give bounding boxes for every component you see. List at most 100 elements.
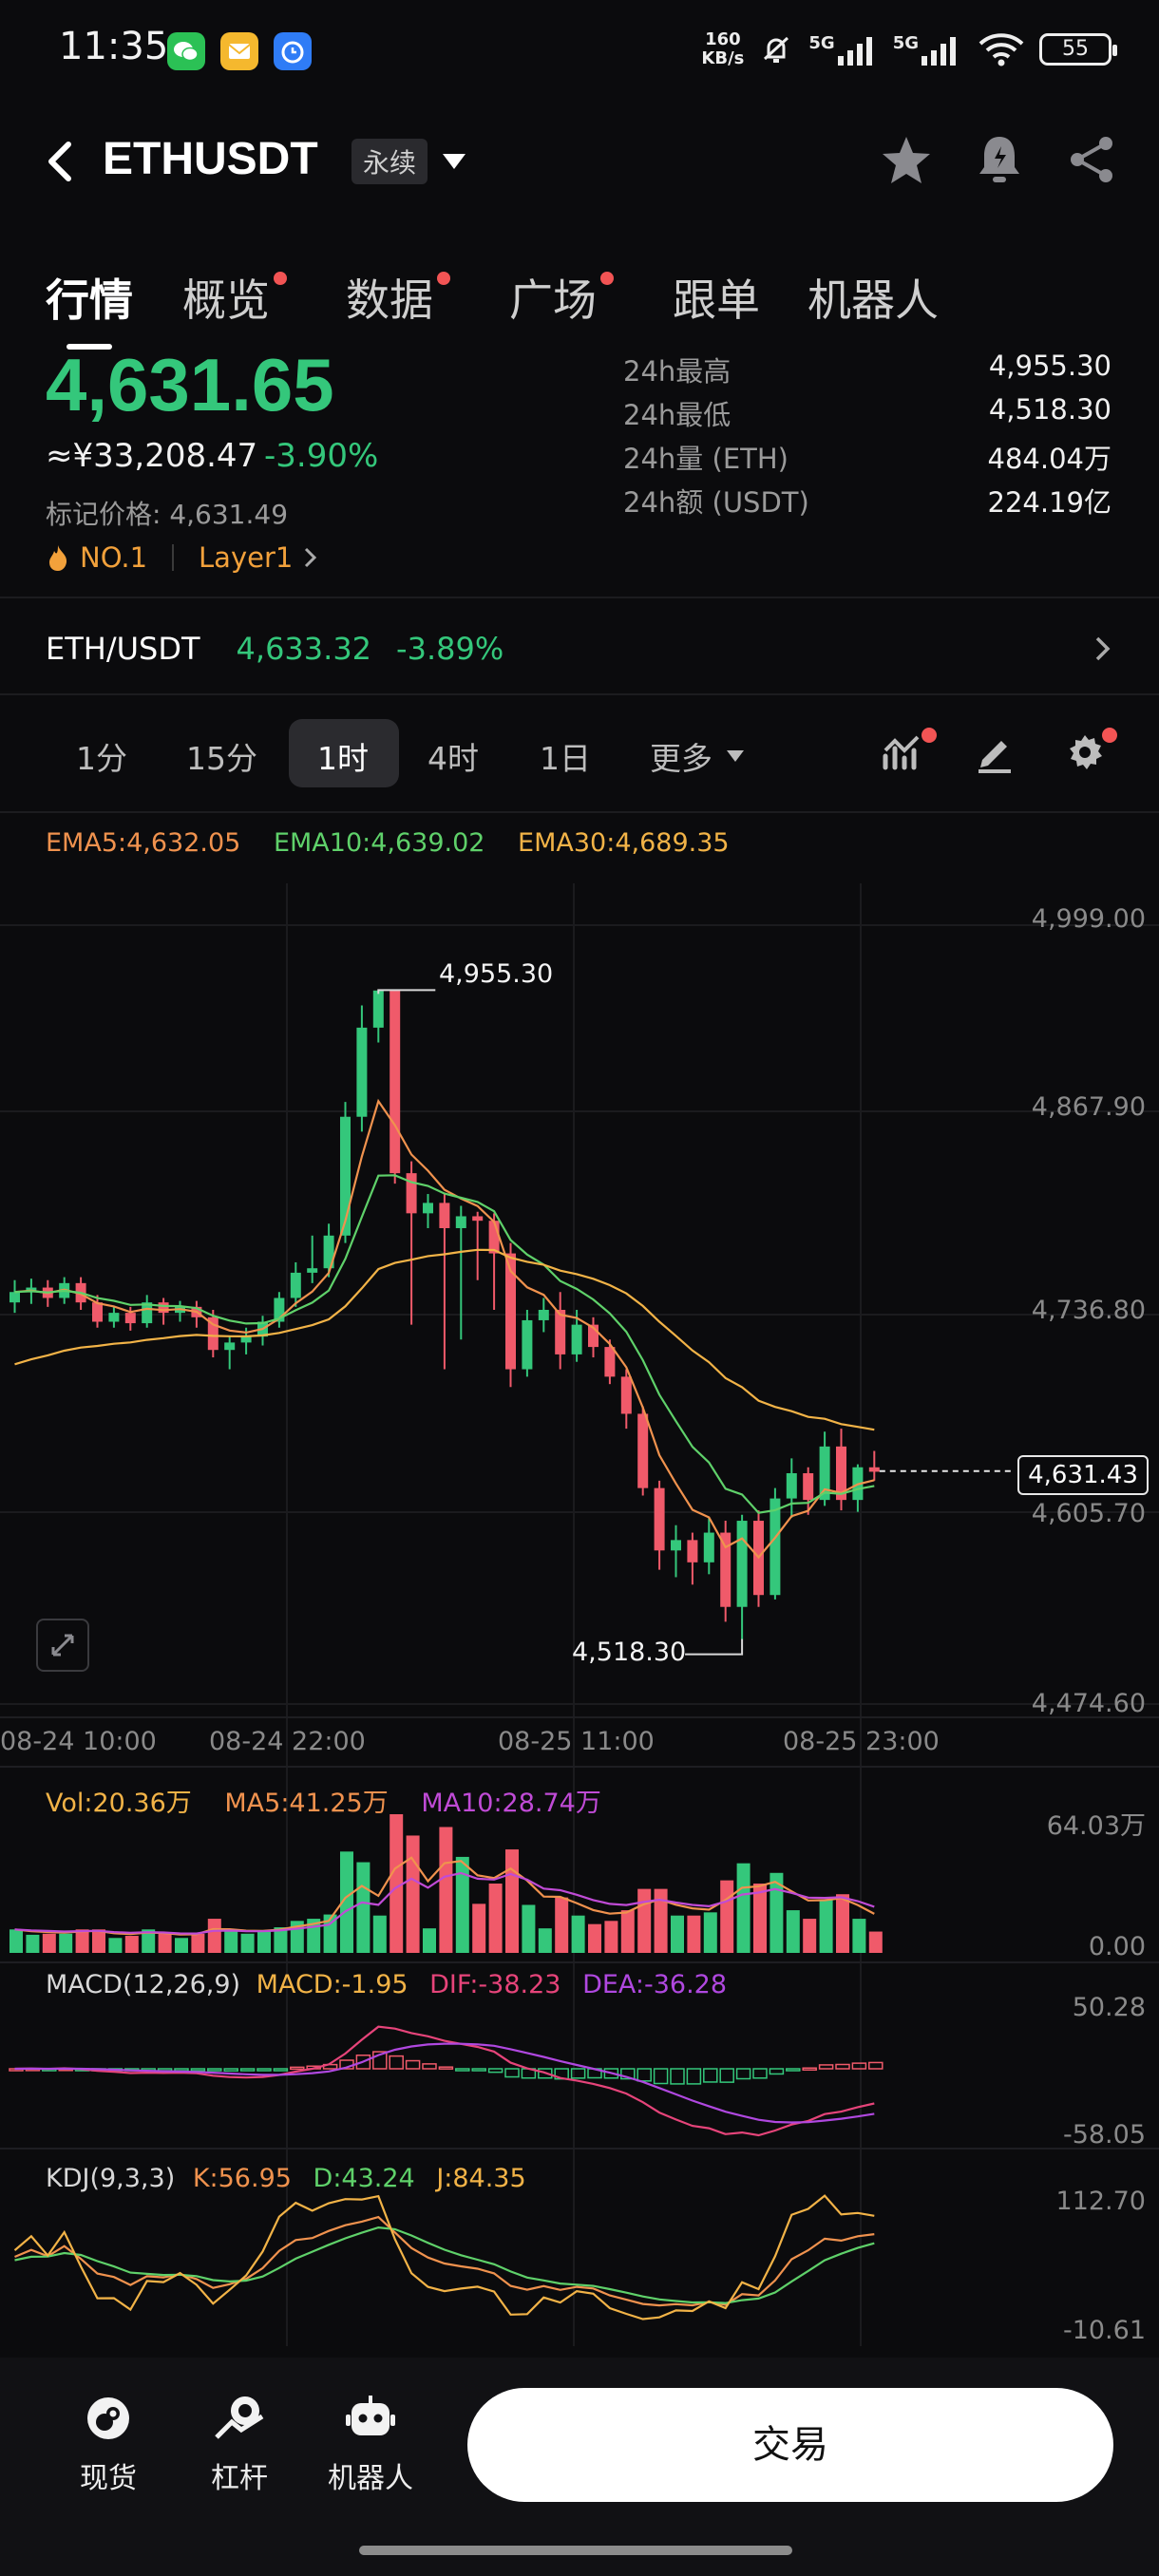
volume-bar xyxy=(786,1910,800,1953)
volume-bar xyxy=(42,1933,56,1953)
macd-histogram-bar xyxy=(868,2061,884,2070)
macd-histogram-bar xyxy=(818,2064,834,2070)
macd-histogram-bar xyxy=(686,2068,702,2085)
volume-bar xyxy=(92,1929,105,1953)
volume-y-max: 64.03万 xyxy=(1046,1811,1146,1841)
volume-bar xyxy=(505,1849,519,1953)
candle-body xyxy=(571,1324,582,1354)
volume-bar xyxy=(819,1899,833,1953)
low-marker-line xyxy=(685,1638,744,1656)
volume-bar xyxy=(240,1933,255,1953)
volume-bar xyxy=(803,1919,817,1953)
x-tick: 08-25 11:00 xyxy=(498,1727,655,1756)
volume-bar xyxy=(257,1931,271,1953)
macd-y-max: 50.28 xyxy=(1072,1993,1146,2022)
candle-body xyxy=(224,1342,236,1351)
macd-histogram-bar xyxy=(835,2063,850,2070)
volume-bar xyxy=(488,1884,503,1953)
volume-bar xyxy=(108,1938,123,1953)
volume-bar xyxy=(604,1921,618,1953)
volume-bar xyxy=(356,1862,370,1953)
trade-button[interactable]: 交易 xyxy=(467,2388,1113,2502)
volume-bar xyxy=(175,1938,188,1953)
macd-histogram-bar xyxy=(405,2059,421,2070)
candle-body xyxy=(290,1272,301,1298)
macd-dea-line xyxy=(14,2042,875,2124)
candle-body xyxy=(770,1498,781,1596)
candle-body xyxy=(620,1376,632,1414)
candle-body xyxy=(439,1203,450,1228)
macd-histogram-bar xyxy=(504,2068,520,2078)
macd-histogram-bar xyxy=(438,2066,454,2070)
y-tick: 4,736.80 xyxy=(1031,1296,1146,1325)
nav-leverage[interactable]: 杠杆 xyxy=(182,2394,296,2496)
volume-bar xyxy=(406,1835,420,1953)
volume-bar xyxy=(687,1915,701,1953)
current-price-tag: 4,631.43 xyxy=(1017,1455,1149,1495)
macd-histogram-bar xyxy=(190,2068,206,2072)
nav-bots[interactable]: 机器人 xyxy=(314,2394,428,2496)
candlestick-chart[interactable] xyxy=(0,0,1159,2356)
volume-bar xyxy=(836,1894,849,1953)
candle-body xyxy=(555,1309,566,1354)
volume-bar xyxy=(571,1915,585,1953)
volume-bar xyxy=(423,1928,436,1953)
spot-icon xyxy=(87,2397,129,2439)
fullscreen-button[interactable] xyxy=(36,1619,89,1672)
macd-histogram-bar xyxy=(273,2068,289,2072)
candle-body xyxy=(736,1521,748,1607)
home-indicator[interactable] xyxy=(359,2546,792,2555)
expand-icon xyxy=(51,1634,74,1657)
macd-histogram-bar xyxy=(719,2068,734,2083)
candle-body xyxy=(786,1473,797,1499)
candle-body xyxy=(720,1532,732,1607)
volume-bar xyxy=(390,1814,404,1953)
volume-bar xyxy=(59,1933,73,1953)
candle-body xyxy=(356,1027,368,1117)
candle-body xyxy=(803,1473,814,1501)
candle-body xyxy=(92,1302,103,1322)
volume-bar xyxy=(588,1923,601,1953)
candle-body xyxy=(124,1313,136,1324)
volume-bar xyxy=(637,1888,652,1953)
candle-body xyxy=(472,1216,484,1222)
volume-bar xyxy=(224,1929,238,1953)
candle-body xyxy=(654,1487,665,1551)
macd-histogram-bar xyxy=(223,2068,238,2072)
candle-body xyxy=(637,1413,649,1488)
volume-bar xyxy=(124,1936,139,1953)
volume-bar xyxy=(703,1912,717,1953)
macd-y-min: -58.05 xyxy=(1062,2120,1146,2150)
kdj-y-min: -10.61 xyxy=(1062,2316,1146,2345)
volume-legend: Vol:20.36万 MA5:41.25万 MA10:28.74万 xyxy=(46,1789,601,1818)
volume-bar xyxy=(10,1929,23,1953)
low-price-label: 4,518.30 xyxy=(572,1638,687,1667)
macd-histogram-bar xyxy=(471,2068,486,2072)
candle-body xyxy=(108,1313,120,1322)
candle-body xyxy=(604,1347,616,1377)
nav-spot[interactable]: 现货 xyxy=(51,2394,165,2496)
volume-bar xyxy=(439,1827,453,1953)
volume-bar xyxy=(538,1928,552,1953)
macd-histogram-bar xyxy=(802,2067,817,2071)
kdj-y-max: 112.70 xyxy=(1055,2187,1146,2216)
candle-body xyxy=(423,1203,433,1214)
volume-bar xyxy=(26,1934,40,1953)
candle-body xyxy=(522,1319,533,1370)
macd-histogram-bar xyxy=(487,2068,504,2074)
volume-bar xyxy=(868,1931,883,1953)
volume-bar xyxy=(720,1880,734,1953)
macd-histogram-bar xyxy=(207,2068,222,2072)
volume-bar xyxy=(852,1919,866,1953)
x-tick: 08-24 10:00 xyxy=(0,1727,157,1756)
volume-bar xyxy=(158,1933,172,1953)
x-tick: 08-25 23:00 xyxy=(783,1727,940,1756)
y-tick: 4,867.90 xyxy=(1031,1092,1146,1122)
candle-body xyxy=(687,1540,698,1563)
robot-icon xyxy=(346,2396,395,2435)
candle-body xyxy=(10,1292,20,1303)
macd-histogram-bar xyxy=(786,2068,801,2072)
volume-bar xyxy=(736,1863,750,1953)
candle-body xyxy=(307,1268,318,1273)
macd-histogram-bar xyxy=(670,2068,685,2085)
